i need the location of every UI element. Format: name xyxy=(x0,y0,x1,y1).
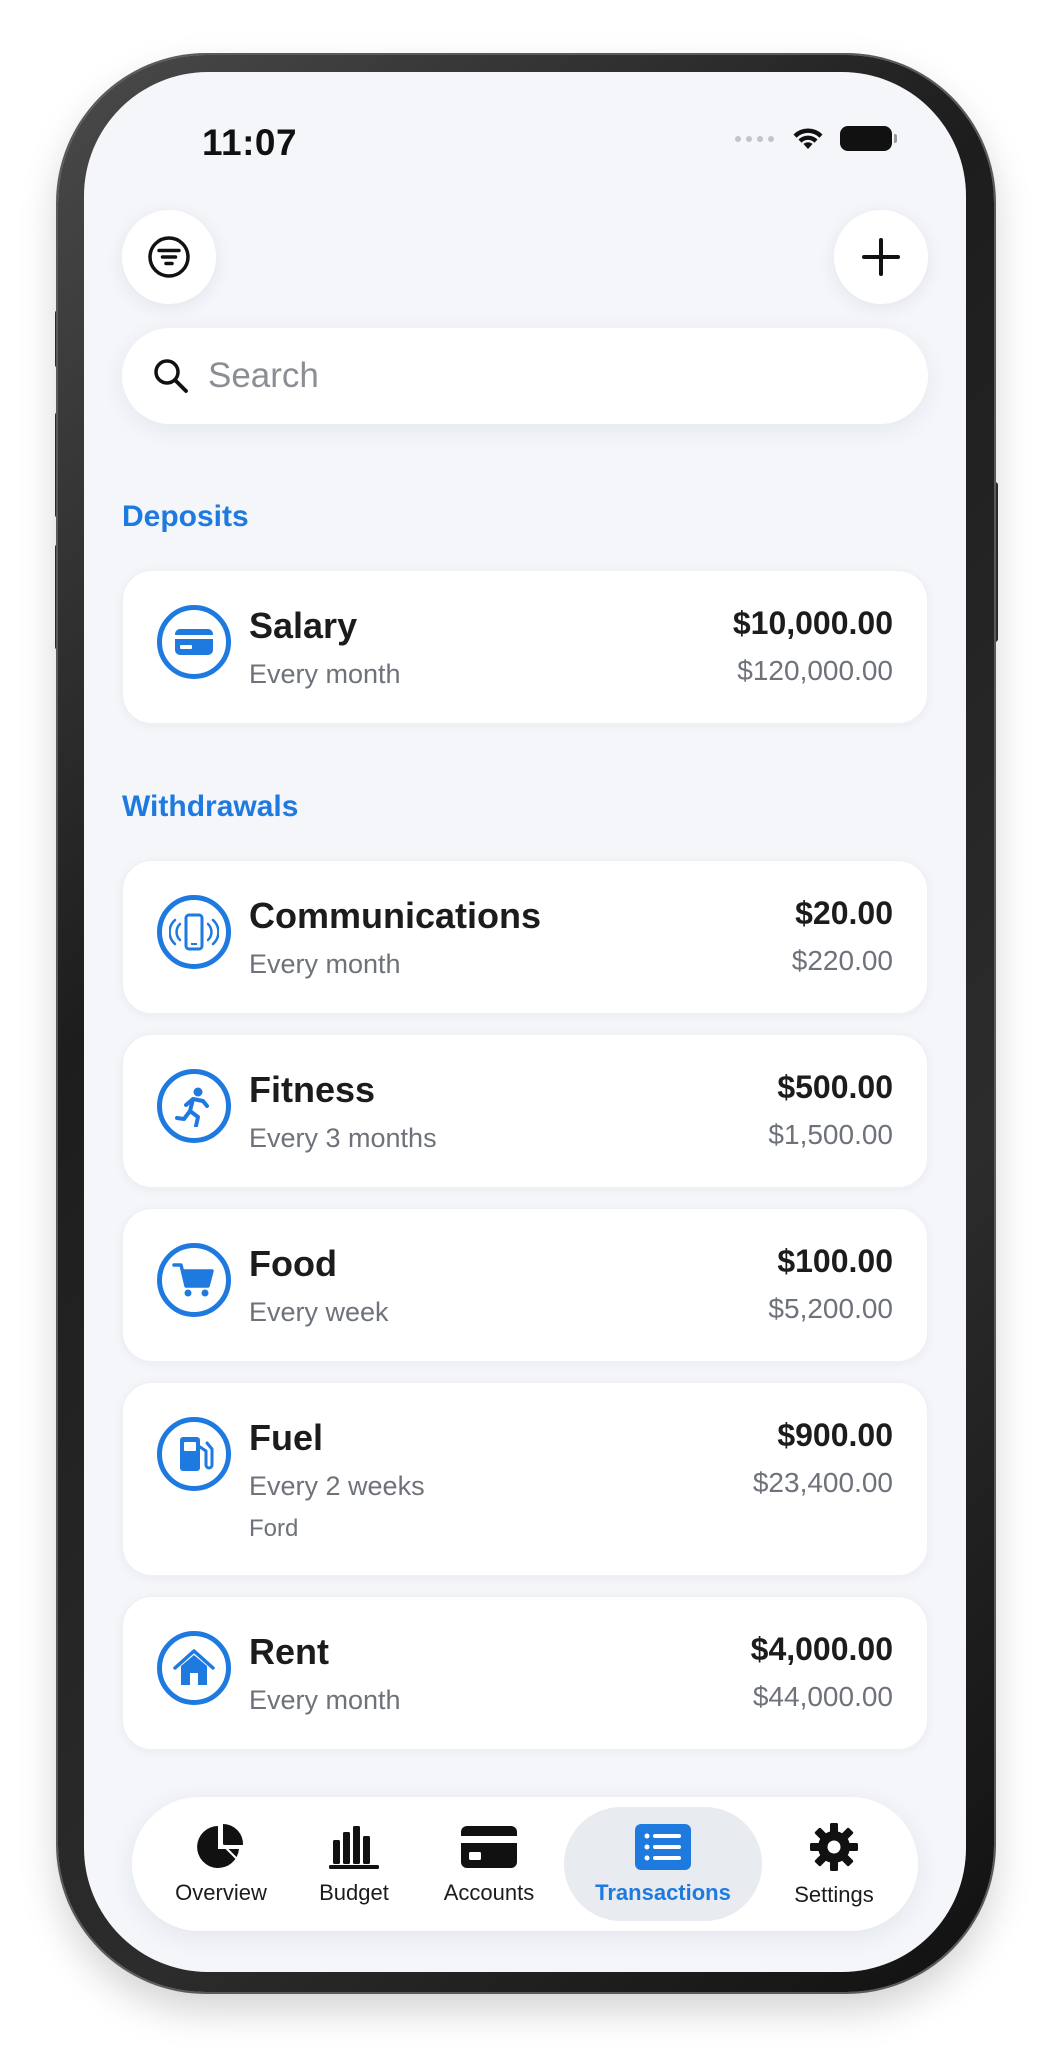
transaction-name: Fitness xyxy=(249,1069,376,1110)
transaction-frequency: Every 3 months xyxy=(249,1123,437,1153)
transaction-name: Communications xyxy=(249,895,542,936)
running-person-icon xyxy=(157,1069,231,1143)
tab-bar: Overview Budget Accounts Transactions Se… xyxy=(132,1797,918,1931)
filter-button[interactable] xyxy=(122,210,216,304)
tab-settings[interactable]: Settings xyxy=(772,1807,896,1921)
tab-label: Accounts xyxy=(443,1880,535,1905)
transaction-amount: $900.00 xyxy=(777,1417,893,1453)
phone-icon xyxy=(157,895,231,969)
wallet-card-icon xyxy=(461,1826,517,1868)
transaction-amount: $4,000.00 xyxy=(750,1631,893,1667)
transaction-amount: $500.00 xyxy=(777,1069,893,1105)
transaction-total: $44,000.00 xyxy=(752,1681,893,1712)
transaction-name: Fuel xyxy=(249,1417,324,1458)
search-icon xyxy=(154,359,188,393)
search-input[interactable]: Search xyxy=(122,328,928,424)
screen: 11:07 Search Deposits Salary Every month… xyxy=(84,72,966,1972)
transaction-frequency: Every month xyxy=(249,1685,401,1715)
transaction-frequency: Every month xyxy=(249,659,401,689)
transaction-card-fuel[interactable]: Fuel Every 2 weeks Ford $900.00 $23,400.… xyxy=(122,1382,928,1576)
transaction-card-rent[interactable]: Rent Every month $4,000.00 $44,000.00 xyxy=(122,1596,928,1750)
wifi-icon xyxy=(793,127,823,149)
transaction-amount: $10,000.00 xyxy=(732,605,893,641)
cellular-dots-icon xyxy=(735,135,774,142)
tab-transactions[interactable]: Transactions xyxy=(564,1807,762,1921)
tab-accounts[interactable]: Accounts xyxy=(422,1807,556,1921)
plus-icon xyxy=(862,238,900,276)
tab-label: Settings xyxy=(794,1882,874,1907)
transaction-total: $23,400.00 xyxy=(752,1467,893,1498)
fuel-pump-icon xyxy=(157,1417,231,1491)
search-placeholder: Search xyxy=(208,356,319,395)
gear-icon xyxy=(810,1823,858,1871)
add-transaction-button[interactable] xyxy=(834,210,928,304)
transaction-card-communications[interactable]: Communications Every month $20.00 $220.0… xyxy=(122,860,928,1014)
list-icon xyxy=(635,1824,691,1870)
transaction-card-salary[interactable]: Salary Every month $10,000.00 $120,000.0… xyxy=(122,570,928,724)
transaction-frequency: Every month xyxy=(249,949,401,979)
transaction-name: Salary xyxy=(249,605,358,646)
transaction-amount: $100.00 xyxy=(777,1243,893,1279)
transaction-total: $1,500.00 xyxy=(768,1119,893,1150)
tab-label: Transactions xyxy=(595,1880,731,1905)
tab-label: Budget xyxy=(319,1880,389,1905)
credit-card-icon xyxy=(157,605,231,679)
transaction-name: Rent xyxy=(249,1631,329,1672)
transaction-total: $120,000.00 xyxy=(737,655,893,686)
transaction-note: Ford xyxy=(249,1515,299,1542)
transaction-total: $220.00 xyxy=(791,945,893,976)
status-indicators xyxy=(735,126,897,151)
battery-icon xyxy=(840,126,897,151)
filter-icon xyxy=(148,236,190,278)
transaction-card-food[interactable]: Food Every week $100.00 $5,200.00 xyxy=(122,1208,928,1362)
transaction-total: $5,200.00 xyxy=(768,1293,893,1324)
bar-chart-icon xyxy=(329,1826,379,1869)
page: 11:07 Search Deposits Salary Every month… xyxy=(0,0,1047,2048)
pie-chart-icon xyxy=(197,1824,244,1868)
transaction-name: Food xyxy=(249,1243,337,1284)
shopping-cart-icon xyxy=(157,1243,231,1317)
transaction-amount: $20.00 xyxy=(795,895,893,931)
status-time: 11:07 xyxy=(202,122,298,163)
transaction-frequency: Every 2 weeks xyxy=(249,1471,425,1501)
house-icon xyxy=(157,1631,231,1705)
deposits-heading: Deposits xyxy=(122,500,249,533)
tab-overview[interactable]: Overview xyxy=(154,1807,288,1921)
transaction-card-fitness[interactable]: Fitness Every 3 months $500.00 $1,500.00 xyxy=(122,1034,928,1188)
tab-label: Overview xyxy=(175,1880,267,1905)
withdrawals-heading: Withdrawals xyxy=(122,790,299,823)
tab-budget[interactable]: Budget xyxy=(298,1807,410,1921)
transaction-frequency: Every week xyxy=(249,1297,389,1327)
